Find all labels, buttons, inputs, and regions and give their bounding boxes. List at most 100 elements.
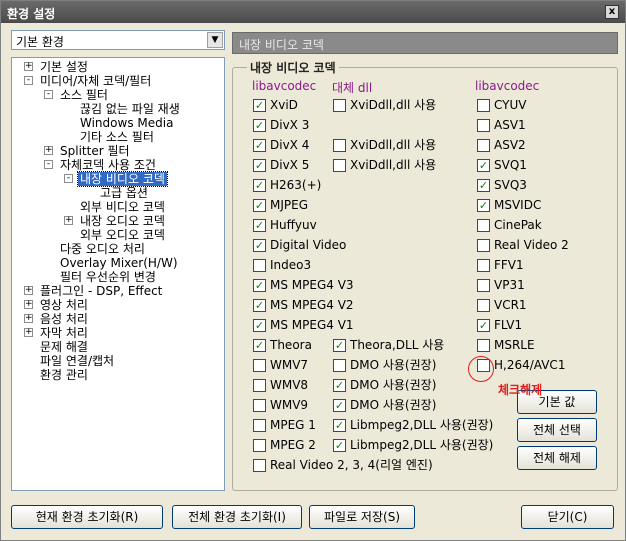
settings-window: 환경 설정 x 기본 환경 ▼ + 기본 설정 - 미디어/자체 코덱/필터 - 소스 필… — [0, 0, 626, 541]
tree-item-label: 끊김 없는 파일 재생 — [80, 102, 180, 116]
collapse-icon[interactable]: - — [44, 90, 53, 99]
unchecked-icon[interactable] — [253, 399, 266, 412]
checkbox-label: DivX 5 — [270, 158, 310, 172]
checked-icon[interactable]: ✓ — [253, 99, 266, 112]
tree-item-label: 소스 필터 — [60, 88, 108, 102]
checked-icon[interactable]: ✓ — [253, 299, 266, 312]
save-to-file-button[interactable]: 파일로 저장(S) — [309, 505, 415, 529]
checkbox-label: DivX 3 — [270, 118, 310, 132]
unchecked-icon[interactable] — [253, 419, 266, 432]
unchecked-icon[interactable] — [333, 359, 346, 372]
checkbox-label: DMO 사용(권장) — [350, 398, 437, 412]
unchecked-icon[interactable] — [253, 459, 266, 472]
checked-icon[interactable]: ✓ — [477, 319, 490, 332]
checkbox-label: Libmpeg2,DLL 사용(권장) — [350, 438, 494, 452]
tree-item-label: 기타 소스 필터 — [80, 130, 154, 144]
expand-icon[interactable]: + — [24, 62, 33, 71]
checkbox-label: DMO 사용(권장) — [350, 358, 437, 372]
codec-group-label: 내장 비디오 코덱 — [247, 59, 339, 76]
expand-icon[interactable]: + — [64, 216, 73, 225]
profile-select[interactable]: 기본 환경 ▼ — [11, 30, 225, 50]
unchecked-icon[interactable] — [253, 259, 266, 272]
checked-icon[interactable]: ✓ — [253, 199, 266, 212]
collapse-icon[interactable]: - — [44, 160, 53, 169]
checked-icon[interactable]: ✓ — [333, 439, 346, 452]
unchecked-icon[interactable] — [477, 119, 490, 132]
unchecked-icon[interactable] — [477, 259, 490, 272]
checkbox-label: XviDdll,dll 사용 — [350, 138, 437, 152]
tree-item-label: 내장 오디오 코덱 — [80, 214, 165, 228]
reset-current-button[interactable]: 현재 환경 초기화(R) — [11, 505, 163, 529]
reset-all-button[interactable]: 전체 환경 초기화(I) — [172, 505, 302, 529]
checkbox-label: Indeo3 — [270, 258, 312, 272]
checked-icon[interactable]: ✓ — [253, 279, 266, 292]
settings-tree[interactable]: + 기본 설정 - 미디어/자체 코덱/필터 - 소스 필터 끊김 없는 파일 재생 Wind… — [11, 57, 225, 491]
checked-icon[interactable]: ✓ — [333, 379, 346, 392]
checkbox-label: FFV1 — [494, 258, 524, 272]
checked-icon[interactable]: ✓ — [477, 159, 490, 172]
checkbox-label: FLV1 — [494, 318, 523, 332]
checked-icon[interactable]: ✓ — [333, 339, 346, 352]
checkbox-label: Huffyuv — [270, 218, 317, 232]
unchecked-icon[interactable] — [477, 219, 490, 232]
unchecked-icon[interactable] — [477, 339, 490, 352]
checked-icon[interactable]: ✓ — [333, 419, 346, 432]
expand-icon[interactable]: + — [24, 328, 33, 337]
checkbox-label: CinePak — [494, 218, 542, 232]
collapse-icon[interactable]: - — [24, 76, 33, 85]
checked-icon[interactable]: ✓ — [253, 319, 266, 332]
expand-icon[interactable]: + — [24, 314, 33, 323]
checkbox-label: DivX 4 — [270, 138, 310, 152]
chevron-down-icon[interactable]: ▼ — [207, 32, 223, 48]
checked-icon[interactable]: ✓ — [253, 179, 266, 192]
checkbox-label: XviDdll,dll 사용 — [350, 98, 437, 112]
unchecked-icon[interactable] — [253, 359, 266, 372]
deselect-all-button[interactable]: 전체 해제 — [517, 446, 597, 470]
select-all-button[interactable]: 전체 선택 — [517, 418, 597, 442]
checkbox-label: MS MPEG4 V3 — [270, 278, 354, 292]
tree-item-label: Splitter 필터 — [60, 144, 130, 158]
checkbox-label: VP31 — [494, 278, 525, 292]
checkbox-label: Theora — [270, 338, 312, 352]
checked-icon[interactable]: ✓ — [333, 399, 346, 412]
checkbox-label: Digital Video — [270, 238, 347, 252]
close-button[interactable]: 닫기(C) — [521, 505, 614, 529]
checked-icon[interactable]: ✓ — [253, 159, 266, 172]
checked-icon[interactable]: ✓ — [253, 119, 266, 132]
annotation-circle — [468, 356, 494, 382]
checkbox-label: WMV9 — [270, 398, 309, 412]
checkbox-label: SVQ3 — [494, 178, 527, 192]
expand-icon[interactable]: + — [24, 286, 33, 295]
col3-header: libavcodec — [475, 79, 540, 93]
checked-icon[interactable]: ✓ — [477, 179, 490, 192]
collapse-icon[interactable]: - — [64, 174, 73, 183]
unchecked-icon[interactable] — [477, 299, 490, 312]
checked-icon[interactable]: ✓ — [253, 139, 266, 152]
unchecked-icon[interactable] — [477, 99, 490, 112]
close-icon[interactable]: x — [605, 5, 619, 19]
unchecked-icon[interactable] — [253, 379, 266, 392]
checkbox-label: DMO 사용(권장) — [350, 378, 437, 392]
unchecked-icon[interactable] — [477, 239, 490, 252]
profile-select-value: 기본 환경 — [16, 35, 64, 49]
checkbox-label: MS MPEG4 V2 — [270, 298, 354, 312]
checkbox-label: ASV1 — [494, 118, 526, 132]
unchecked-icon[interactable] — [477, 139, 490, 152]
checked-icon[interactable]: ✓ — [477, 199, 490, 212]
checked-icon[interactable]: ✓ — [253, 239, 266, 252]
checked-icon[interactable]: ✓ — [253, 219, 266, 232]
unchecked-icon[interactable] — [333, 99, 346, 112]
checkbox-label: VCR1 — [494, 298, 527, 312]
col2-header: 대체 dll — [332, 81, 373, 95]
checkbox-label: CYUV — [494, 98, 527, 112]
tree-item-label: 영상 처리 — [40, 298, 88, 312]
checked-icon[interactable]: ✓ — [253, 339, 266, 352]
unchecked-icon[interactable] — [477, 279, 490, 292]
expand-icon[interactable]: + — [44, 146, 53, 155]
unchecked-icon[interactable] — [333, 139, 346, 152]
tree-item-label: 자막 처리 — [40, 326, 88, 340]
expand-icon[interactable]: + — [24, 300, 33, 309]
unchecked-icon[interactable] — [333, 159, 346, 172]
unchecked-icon[interactable] — [253, 439, 266, 452]
checkbox-label: WMV8 — [270, 378, 309, 392]
